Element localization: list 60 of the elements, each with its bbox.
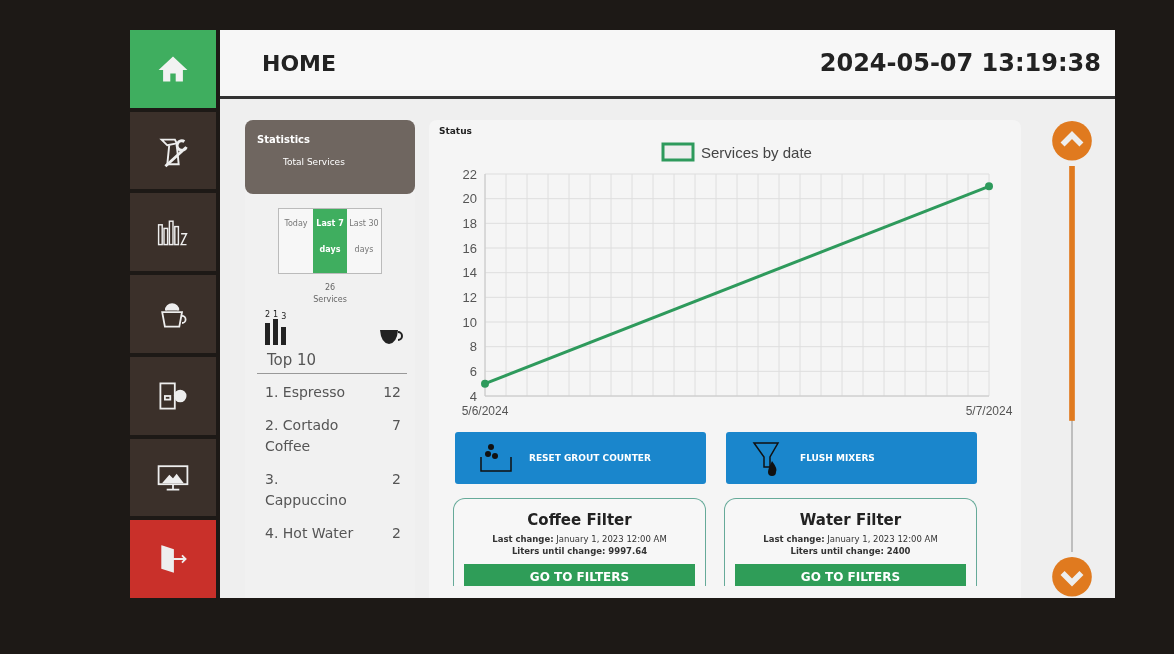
- date-time: 2024-05-07 13:19:38: [819, 49, 1101, 77]
- data-point: [481, 379, 489, 388]
- beverage-count: 2: [392, 470, 401, 489]
- y-tick-label: 12: [462, 289, 477, 305]
- services-label: Services: [313, 294, 347, 306]
- maintenance-nav-button[interactable]: [130, 111, 216, 190]
- go-to-filters-button[interactable]: GO TO FILTERS: [735, 564, 966, 586]
- y-tick-label: 6: [469, 363, 477, 379]
- machine-settings-nav-button[interactable]: [130, 356, 216, 435]
- beverage-name: 3. Cappuccino: [265, 470, 348, 510]
- period-tab[interactable]: Last 30 days: [347, 209, 381, 273]
- x-axis-label: 5/7/2024: [965, 404, 1013, 418]
- liters-text: Liters until change: 9997.64: [511, 546, 648, 556]
- beverage-count: 12: [383, 383, 401, 402]
- y-tick-label: 10: [462, 314, 477, 330]
- legend-label: Services by date: [701, 144, 812, 161]
- podium-rank: 2: [265, 310, 271, 319]
- card-title: Statistics: [257, 134, 311, 145]
- card-subtitle: Total Services: [283, 157, 346, 167]
- grout-bin-icon: [479, 443, 513, 473]
- podium-rank: 3: [281, 312, 287, 321]
- podium-rank: 1: [273, 310, 279, 319]
- top-list-title: Top 10: [257, 349, 407, 374]
- y-tick-label: 14: [462, 265, 477, 281]
- beverage-name: 2. Cortado Coffee: [265, 416, 340, 456]
- period-tab[interactable]: Today: [279, 209, 313, 273]
- exit-nav-button[interactable]: [130, 520, 216, 598]
- y-tick-label: 16: [462, 240, 477, 256]
- beverage-settings-nav-button[interactable]: [130, 275, 216, 353]
- y-tick-label: 8: [469, 339, 477, 355]
- filter-title: Water Filter: [799, 511, 902, 529]
- beverage-name: 4. Hot Water: [265, 524, 355, 543]
- scroll-down-button[interactable]: [1050, 556, 1094, 598]
- podium-bar-icon: [281, 327, 287, 345]
- last-change-text: Last change: January 1, 2023 12:00 AM: [763, 534, 938, 544]
- y-tick-label: 18: [462, 215, 477, 231]
- scroll-up-button[interactable]: [1050, 120, 1094, 162]
- podium-bar-icon: [265, 323, 271, 345]
- podium-bar-icon: [273, 319, 279, 345]
- beverage-count: 7: [392, 416, 401, 435]
- display-settings-nav-button[interactable]: [130, 438, 216, 517]
- reset-grout-counter-button[interactable]: RESET GROUT COUNTER: [455, 432, 706, 484]
- beverage-name: 1. Espresso: [265, 383, 347, 402]
- services-count: 26: [324, 282, 336, 294]
- y-tick-label: 20: [462, 191, 477, 207]
- go-to-filters-button[interactable]: GO TO FILTERS: [464, 564, 695, 586]
- filter-title: Coffee Filter: [527, 511, 632, 529]
- y-tick-label: 4: [469, 388, 477, 404]
- page-title: HOME: [262, 50, 337, 76]
- y-tick-label: 22: [462, 166, 477, 182]
- liters-text: Liters until change: 2400: [790, 546, 911, 556]
- last-change-text: Last change: January 1, 2023 12:00 AM: [492, 534, 667, 544]
- data-point: [985, 182, 993, 191]
- flush-mixers-button[interactable]: FLUSH MIXERS: [726, 432, 977, 484]
- section-title: Status: [439, 126, 473, 136]
- period-tab[interactable]: Last 7 days: [313, 209, 347, 273]
- coffee-cup-icon: [379, 329, 405, 345]
- statistics-nav-button[interactable]: [130, 193, 216, 272]
- x-axis-label: 5/6/2024: [461, 404, 509, 418]
- beverage-count: 2: [392, 524, 401, 543]
